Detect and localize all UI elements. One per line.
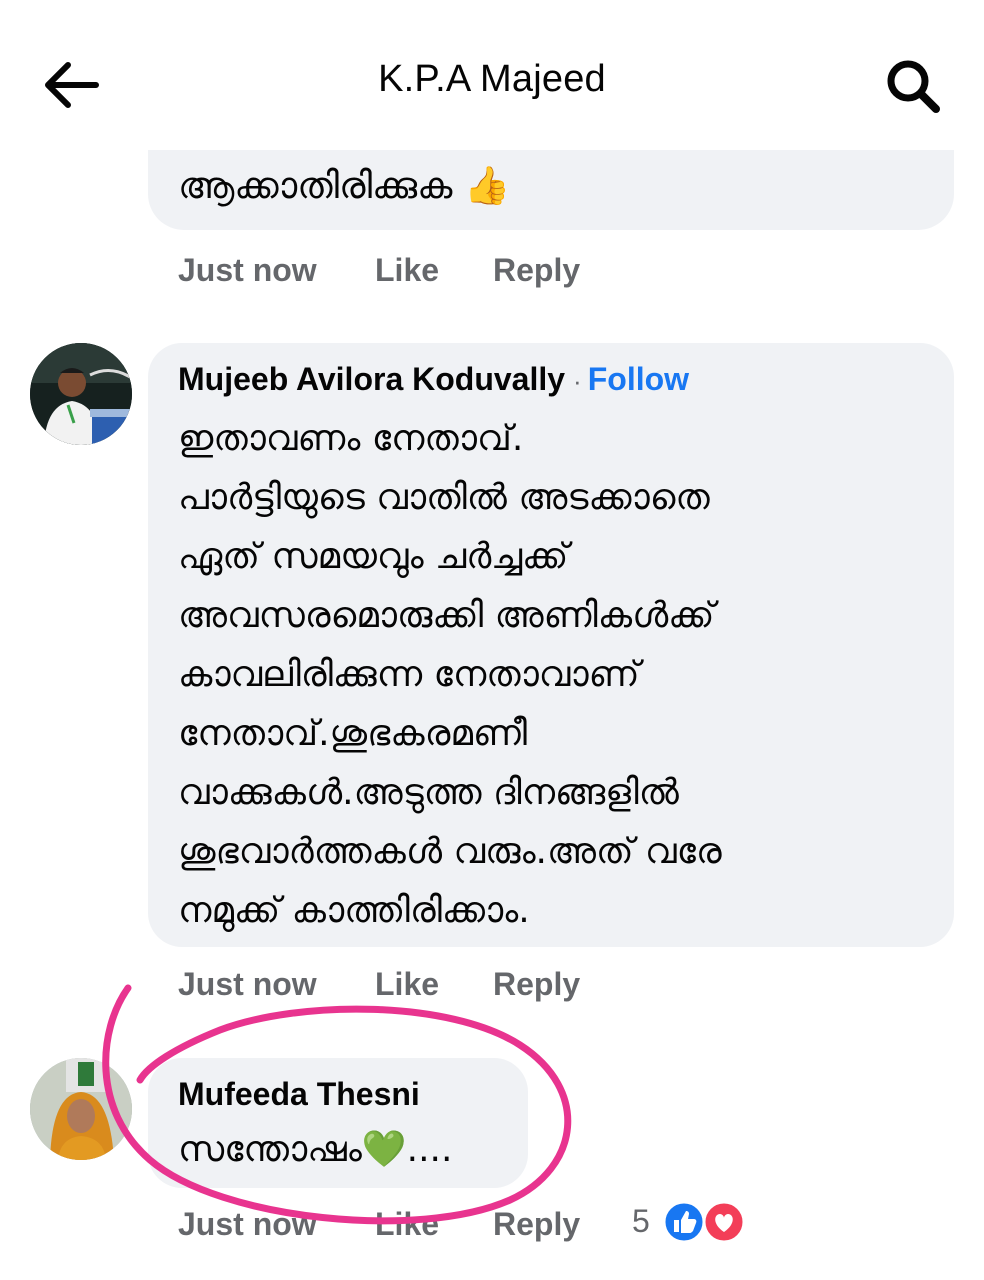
comment-author-line: Mujeeb Avilora Koduvally · Follow <box>178 361 689 398</box>
comment-timestamp: Just now <box>178 252 317 288</box>
separator-dot: · <box>573 366 582 396</box>
comment-bubble[interactable]: Mujeeb Avilora Koduvally · Follow ഇതാവണം ന… <box>148 343 954 947</box>
like-reaction-icon <box>662 1200 706 1244</box>
comment-author[interactable]: Mufeeda Thesni <box>178 1076 420 1113</box>
like-button[interactable]: Like <box>375 966 439 1003</box>
comment-text: ഇതാവണം നേതാവ്. പാർട്ടിയുടെ വാതിൽ അടക്കാത… <box>178 418 722 931</box>
avatar[interactable] <box>30 343 132 445</box>
follow-button[interactable]: Follow <box>588 361 689 397</box>
back-arrow-icon[interactable] <box>36 55 106 115</box>
comment-author[interactable]: Mujeeb Avilora Koduvally <box>178 361 565 397</box>
top-bar: K.P.A Majeed <box>0 0 984 150</box>
page-title: K.P.A Majeed <box>378 58 606 100</box>
comment-bubble[interactable]: Mufeeda Thesni സന്തോഷം💚.... <box>148 1058 528 1188</box>
comment-timestamp: Just now <box>178 1206 317 1242</box>
like-button[interactable]: Like <box>375 252 439 289</box>
comment-timestamp: Just now <box>178 966 317 1002</box>
avatar[interactable] <box>30 1058 132 1160</box>
search-icon[interactable] <box>880 55 950 117</box>
comments-screen: ആക്കാതിരിക്കുക 👍 Just now Like Reply K.P… <box>0 0 984 1280</box>
reply-button[interactable]: Reply <box>493 966 580 1003</box>
reply-button[interactable]: Reply <box>493 1206 580 1243</box>
comment-text: ആക്കാതിരിക്കുക 👍 <box>178 164 511 207</box>
reaction-count[interactable]: 5 <box>632 1203 650 1240</box>
comment-text: സന്തോഷം💚.... <box>178 1129 453 1170</box>
reply-button[interactable]: Reply <box>493 252 580 289</box>
love-reaction-icon <box>702 1200 746 1244</box>
reaction-icons[interactable] <box>660 1200 750 1244</box>
like-button[interactable]: Like <box>375 1206 439 1243</box>
